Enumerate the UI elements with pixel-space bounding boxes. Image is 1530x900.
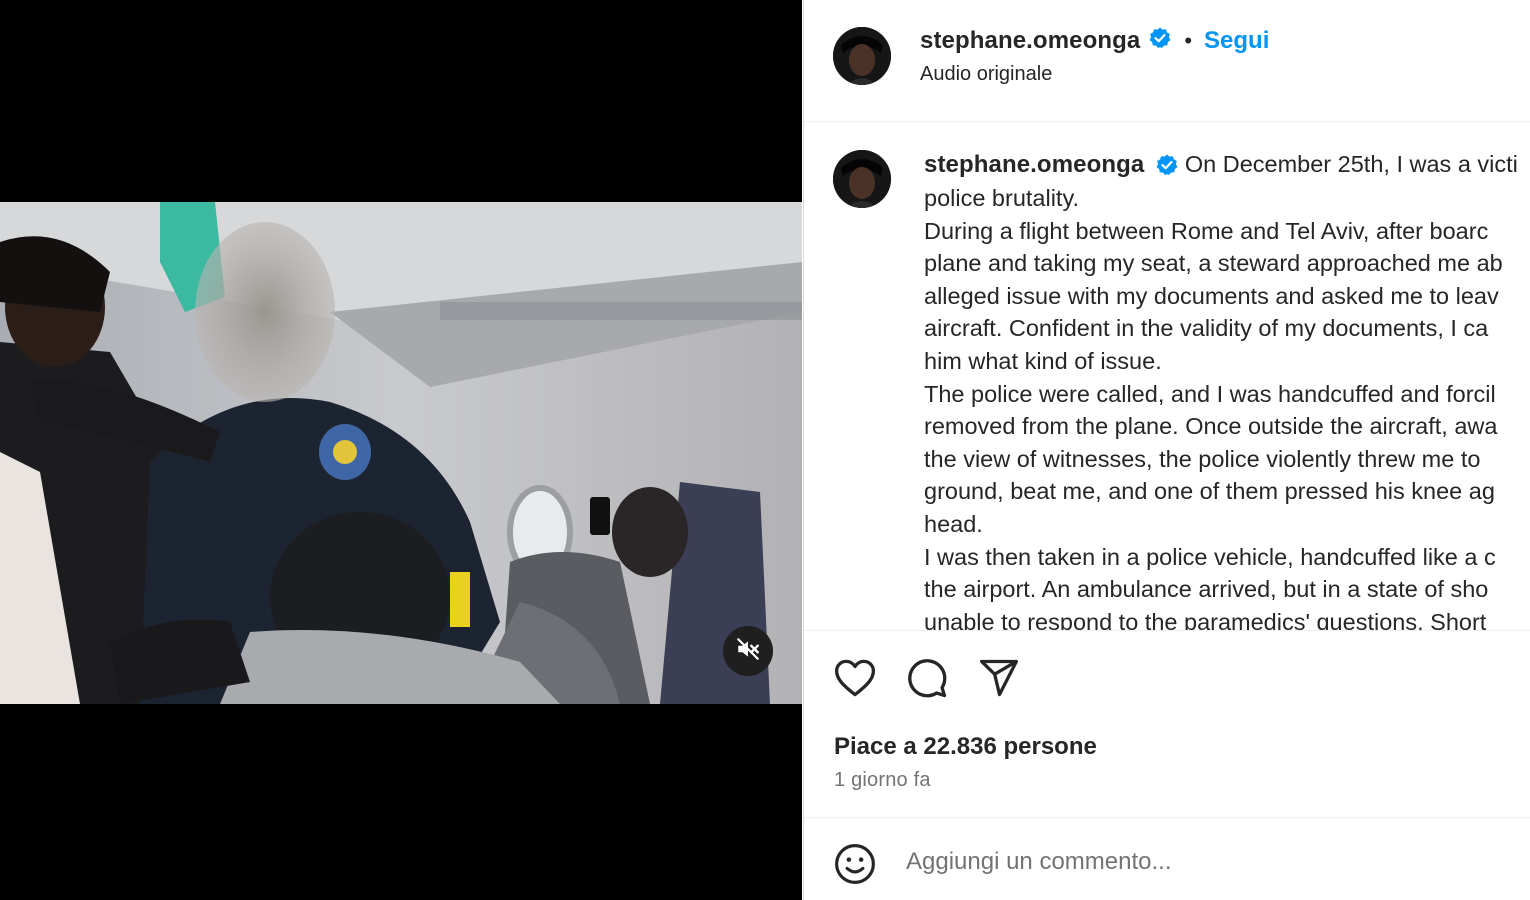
caption-line: unable to respond to the paramedics' que… bbox=[924, 608, 1487, 630]
caption-line: the view of witnesses, the police violen… bbox=[924, 445, 1481, 472]
caption-line: The police were called, and I was handcu… bbox=[924, 380, 1496, 407]
emoji-smiley-icon bbox=[834, 843, 876, 890]
heart-icon bbox=[834, 658, 876, 703]
post-video[interactable] bbox=[0, 202, 802, 704]
comment-bubble-icon bbox=[906, 657, 948, 704]
header-separator: • bbox=[1184, 27, 1193, 53]
caption-author-avatar[interactable] bbox=[833, 150, 891, 208]
caption-line: ground, beat me, and one of them pressed… bbox=[924, 478, 1495, 505]
post-header: stephane.omeonga • Segui Audio originale bbox=[804, 0, 1530, 122]
muted-speaker-icon bbox=[735, 636, 761, 667]
caption-text: On December 25th, I was a victi bbox=[1184, 151, 1518, 177]
comment-bar bbox=[804, 818, 1530, 900]
caption-line: aircraft. Confident in the validity of m… bbox=[924, 315, 1489, 342]
caption-line: alleged issue with my documents and aske… bbox=[924, 282, 1499, 309]
author-avatar[interactable] bbox=[833, 27, 891, 85]
caption-author-username[interactable]: stephane.omeonga bbox=[924, 151, 1144, 178]
video-frame bbox=[0, 202, 802, 704]
post-caption: stephane.omeonga On December 25th, I was… bbox=[924, 148, 1530, 630]
post-timestamp[interactable]: 1 giorno fa bbox=[834, 769, 931, 792]
like-button[interactable] bbox=[832, 657, 878, 703]
share-button[interactable] bbox=[976, 657, 1022, 703]
caption-scroll-area[interactable]: stephane.omeonga On December 25th, I was… bbox=[804, 122, 1530, 630]
verified-badge-icon bbox=[1148, 26, 1172, 55]
caption-line: him what kind of issue. bbox=[924, 348, 1162, 375]
post-side-panel: stephane.omeonga • Segui Audio originale bbox=[803, 0, 1530, 900]
caption-line: head. bbox=[924, 511, 983, 538]
comment-input[interactable] bbox=[906, 844, 1466, 880]
caption-line: the airport. An ambulance arrived, but i… bbox=[924, 576, 1489, 603]
follow-button[interactable]: Segui bbox=[1204, 27, 1269, 55]
media-pane bbox=[0, 0, 802, 900]
caption-line: I was then taken in a police vehicle, ha… bbox=[924, 543, 1496, 570]
caption-line: removed from the plane. Once outside the… bbox=[924, 413, 1498, 440]
caption-line: stephane.omeonga On December 25th, I was… bbox=[924, 148, 1530, 182]
verified-badge-icon bbox=[1155, 150, 1179, 183]
mute-toggle-button[interactable] bbox=[723, 626, 773, 676]
emoji-button[interactable] bbox=[833, 843, 877, 890]
paper-plane-icon bbox=[978, 658, 1020, 703]
audio-label[interactable]: Audio originale bbox=[920, 63, 1052, 86]
like-count[interactable]: Piace a 22.836 persone bbox=[834, 733, 1097, 761]
comment-button[interactable] bbox=[904, 657, 950, 703]
caption-line: During a flight between Rome and Tel Avi… bbox=[924, 217, 1489, 244]
caption-line: plane and taking my seat, a steward appr… bbox=[924, 250, 1503, 277]
post-actions: Piace a 22.836 persone 1 giorno fa bbox=[804, 630, 1530, 818]
caption-line: police brutality. bbox=[924, 185, 1079, 212]
author-username[interactable]: stephane.omeonga bbox=[920, 27, 1140, 55]
